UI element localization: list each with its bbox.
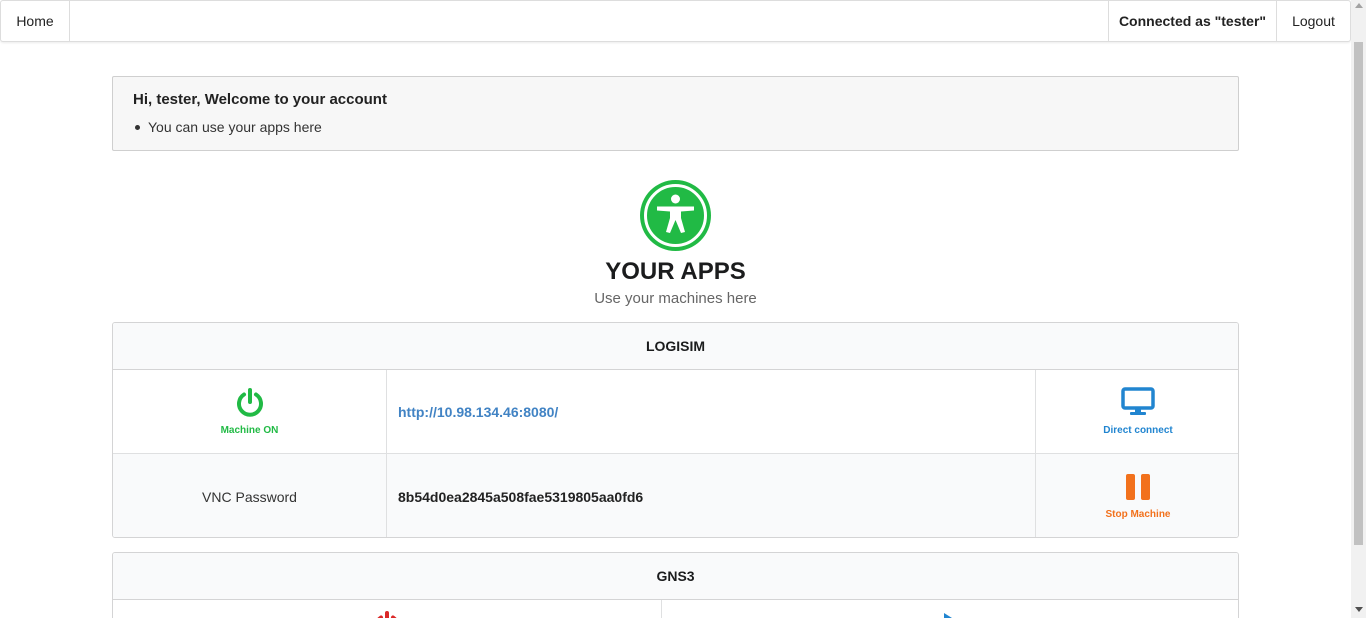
machine-url-link[interactable]: http://10.98.134.46:8080/ — [398, 404, 558, 420]
machine-status-cell[interactable]: Machine ON — [113, 370, 387, 454]
top-menu: Home Connected as "tester" Logout — [0, 0, 1351, 42]
play-icon[interactable] — [939, 611, 963, 618]
desktop-icon[interactable] — [1121, 387, 1155, 422]
start-machine-button[interactable] — [662, 600, 1238, 618]
vnc-label-cell: VNC Password — [113, 454, 387, 537]
url-cell: http://10.98.134.46:8080/ — [387, 370, 1036, 454]
app-name: LOGISIM — [113, 323, 1238, 370]
welcome-list-item: You can use your apps here — [135, 119, 322, 135]
stop-machine-button[interactable]: Stop Machine — [1036, 454, 1238, 537]
welcome-message: Hi, tester, Welcome to your account You … — [112, 76, 1239, 151]
app-name: GNS3 — [113, 553, 1238, 600]
direct-connect-button[interactable]: Direct connect — [1036, 370, 1238, 454]
connected-as-label: Connected as "tester" — [1108, 1, 1276, 41]
vnc-password-label: VNC Password — [202, 488, 297, 505]
power-icon[interactable] — [372, 610, 402, 618]
vnc-password-cell: 8b54d0ea2845a508fae5319805aa0fd6 — [387, 454, 1036, 537]
direct-connect-label: Direct connect — [1103, 425, 1173, 436]
scroll-down-arrow-icon[interactable] — [1355, 607, 1363, 612]
pause-icon[interactable] — [1124, 473, 1152, 506]
power-icon[interactable] — [235, 387, 265, 422]
bullet-icon — [135, 124, 140, 130]
app-table-gns3: GNS3 — [112, 552, 1239, 618]
page-title: YOUR APPS — [605, 258, 746, 285]
stop-machine-label: Stop Machine — [1105, 509, 1171, 520]
app-table-logisim: LOGISIM Machine ON http://10.98.134.46:8… — [112, 322, 1239, 538]
vertical-scrollbar[interactable] — [1351, 0, 1366, 618]
home-link[interactable]: Home — [1, 1, 70, 41]
scroll-up-arrow-icon[interactable] — [1355, 3, 1363, 8]
machine-status-cell[interactable] — [113, 600, 662, 618]
accessibility-icon — [640, 180, 711, 251]
welcome-bullet-text: You can use your apps here — [148, 119, 322, 135]
vnc-password-value: 8b54d0ea2845a508fae5319805aa0fd6 — [398, 488, 644, 505]
machine-status-label: Machine ON — [220, 425, 279, 436]
logout-link[interactable]: Logout — [1276, 1, 1350, 41]
page-subtitle: Use your machines here — [594, 290, 757, 307]
welcome-title: Hi, tester, Welcome to your account — [133, 91, 387, 108]
scrollbar-thumb[interactable] — [1354, 42, 1363, 545]
